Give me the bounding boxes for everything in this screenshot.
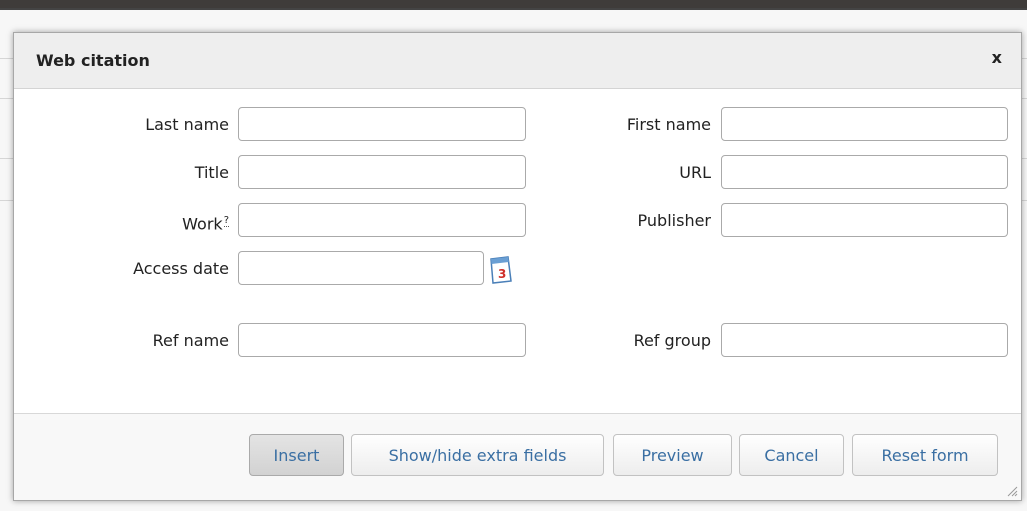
close-icon[interactable]: x bbox=[992, 48, 1002, 67]
dialog-title: Web citation bbox=[36, 51, 150, 70]
publisher-label: Publisher bbox=[637, 211, 711, 230]
calendar-day-number: 3 bbox=[498, 267, 506, 281]
title-field[interactable] bbox=[238, 155, 526, 189]
ref-name-label: Ref name bbox=[152, 331, 229, 350]
first-name-field[interactable] bbox=[721, 107, 1008, 141]
url-label: URL bbox=[679, 163, 711, 182]
access-date-label: Access date bbox=[133, 259, 229, 278]
dialog-titlebar: Web citation x bbox=[14, 33, 1021, 89]
last-name-label: Last name bbox=[145, 115, 229, 134]
publisher-field[interactable] bbox=[721, 203, 1008, 237]
title-label: Title bbox=[194, 163, 229, 182]
calendar-icon[interactable]: 3 bbox=[487, 255, 513, 285]
ref-group-field[interactable] bbox=[721, 323, 1008, 357]
ref-group-label: Ref group bbox=[633, 331, 711, 350]
url-field[interactable] bbox=[721, 155, 1008, 189]
preview-button[interactable]: Preview bbox=[613, 434, 732, 476]
cancel-button[interactable]: Cancel bbox=[739, 434, 844, 476]
web-citation-dialog: Web citation x Last name First name Titl… bbox=[13, 32, 1022, 501]
ref-name-field[interactable] bbox=[238, 323, 526, 357]
help-icon[interactable]: ? bbox=[223, 215, 229, 227]
access-date-field[interactable] bbox=[238, 251, 484, 285]
work-label: Work? bbox=[182, 211, 229, 234]
show-hide-extra-fields-button[interactable]: Show/hide extra fields bbox=[351, 434, 604, 476]
resize-grip-icon[interactable] bbox=[1006, 485, 1018, 497]
first-name-label: First name bbox=[626, 115, 711, 134]
last-name-field[interactable] bbox=[238, 107, 526, 141]
work-field[interactable] bbox=[238, 203, 526, 237]
work-label-text: Work bbox=[182, 214, 223, 234]
reset-form-button[interactable]: Reset form bbox=[852, 434, 998, 476]
background-bar bbox=[0, 8, 1027, 10]
insert-button[interactable]: Insert bbox=[249, 434, 344, 476]
